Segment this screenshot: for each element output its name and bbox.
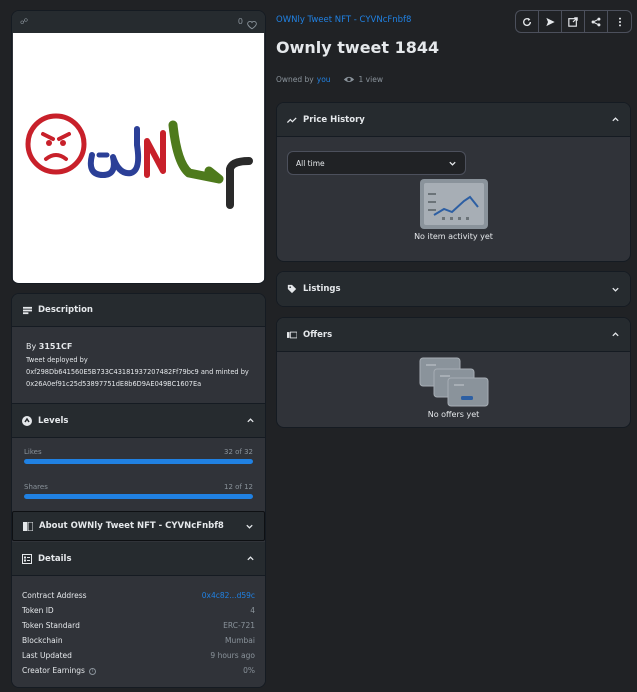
chevron-down-icon[interactable] [245,522,254,531]
detail-value: Mumbai [225,636,255,645]
levels-icon [22,415,32,426]
level-bar [24,494,253,499]
level-value: 12 of 12 [223,483,253,491]
detail-value: 4 [250,606,255,615]
listings-card: Listings [276,271,631,307]
about-title: About OWNly Tweet NFT - CYVNcFnbf8 [39,521,224,531]
details-header[interactable]: Details [12,542,265,576]
transfer-button[interactable] [539,11,563,33]
creator-link[interactable]: 3151CF [39,342,73,351]
level-label: Likes [24,448,42,456]
contract-address-link[interactable]: 0x4c82...d59c [202,591,255,600]
detail-label: Contract Address [22,591,87,600]
description-icon [22,305,32,315]
tag-icon [287,284,297,294]
ownership-row: Owned by you 1 view [276,75,383,84]
details-icon [22,553,32,564]
details-body: Contract Address 0x4c82...d59c Token ID … [12,576,265,687]
time-range-value: All time [296,158,325,168]
asset-title: Ownly tweet 1844 [276,38,440,57]
chevron-up-icon[interactable] [246,416,255,425]
offers-card: Offers No offers yet [276,317,631,428]
description-line-3: 0x26A0ef91c25d53897751dE8b6D9AE049BC1607… [26,380,202,388]
description-line-1: Tweet deployed by [26,356,88,364]
view-count: 1 view [358,75,383,84]
detail-label: Last Updated [22,651,72,660]
description-title: Description [38,305,93,315]
chevron-up-icon[interactable] [611,115,620,124]
time-range-select[interactable]: All time [287,151,466,175]
asset-image-card: ☍ 0 [11,10,266,284]
creator-earnings-label: Creator Earnings [22,666,85,675]
detail-value: 0% [243,666,255,675]
heart-icon[interactable] [247,15,257,34]
detail-label: Blockchain [22,636,63,645]
detail-value: 9 hours ago [210,651,255,660]
eye-icon [343,76,354,83]
send-icon [545,17,555,27]
external-link-icon [568,17,578,27]
level-bar-fill [24,459,253,464]
levels-header[interactable]: Levels [12,403,265,438]
levels-body: Likes 32 of 32 Shares 12 of 12 [12,438,265,511]
empty-chart-illustration [420,179,488,229]
share-button[interactable] [585,11,609,33]
chevron-up-icon[interactable] [246,554,255,563]
level-label: Shares [24,483,48,491]
empty-offers-illustration [418,356,490,408]
description-header[interactable]: Description [12,294,265,327]
nft-image[interactable] [13,33,264,283]
price-history-empty-text: No item activity yet [414,232,493,241]
about-icon [23,521,33,531]
offers-list-icon [287,330,297,340]
level-value: 32 of 32 [223,448,253,456]
ownly-logo [25,113,253,209]
favorite-count: 0 [237,17,243,26]
owned-by-label: Owned by [276,75,314,84]
more-vertical-icon [618,17,621,27]
about-header[interactable]: About OWNly Tweet NFT - CYVNcFnbf8 [12,511,265,541]
external-link-button[interactable] [562,11,586,33]
description-card: Description By 3151CF Tweet deployed by … [11,293,266,688]
detail-label: Token Standard [22,621,80,630]
share-icon [591,17,601,27]
description-body: By 3151CF Tweet deployed by 0xf298Db6415… [12,327,265,400]
trending-icon [287,115,297,125]
listings-title: Listings [303,284,341,294]
details-title: Details [38,553,72,564]
owner-link[interactable]: you [317,75,331,84]
chevron-up-icon[interactable] [611,330,620,339]
chain-icon: ☍ [20,17,29,26]
refresh-icon [523,17,532,27]
detail-value: ERC-721 [223,621,255,630]
chevron-down-icon[interactable] [611,285,620,294]
chevron-down-icon [449,161,456,166]
more-button[interactable] [608,11,631,33]
level-bar-fill [24,494,253,499]
info-icon[interactable]: i [89,667,97,675]
offers-header[interactable]: Offers [277,318,630,352]
price-history-header[interactable]: Price History [277,103,630,137]
action-toolbar [515,10,632,33]
price-history-card: Price History All time No item activity … [276,102,631,262]
refresh-button[interactable] [516,11,540,33]
detail-label: Creator Earnings i [22,666,97,675]
image-card-header: ☍ 0 [12,11,265,33]
offers-title: Offers [303,329,333,340]
levels-title: Levels [38,415,69,426]
listings-header[interactable]: Listings [277,272,630,306]
offers-empty-text: No offers yet [427,410,480,419]
collection-link[interactable]: OWNly Tweet NFT - CYVNcFnbf8 [276,15,411,25]
description-line-2: 0xf298Db641560E5B733C43181937207482Ff79b… [26,368,249,376]
detail-label: Token ID [22,606,54,615]
level-bar [24,459,253,464]
price-history-title: Price History [303,114,365,125]
created-by-label: By [26,342,37,351]
